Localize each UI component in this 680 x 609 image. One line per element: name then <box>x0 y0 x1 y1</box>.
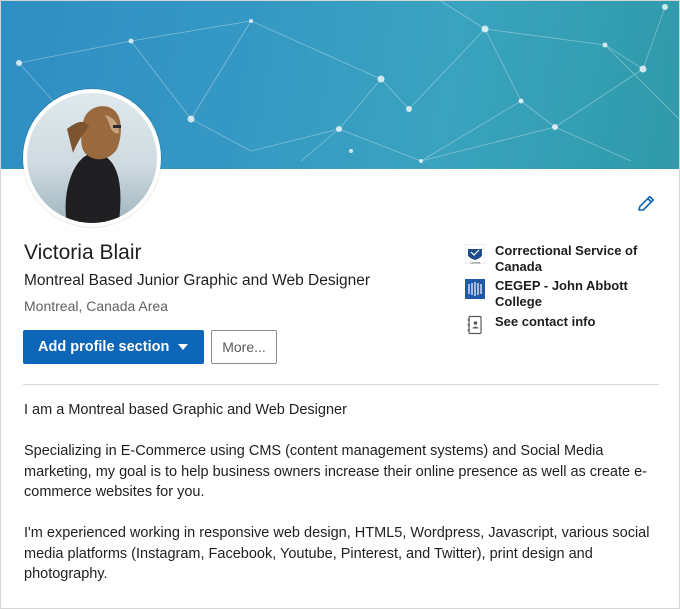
avatar-photo <box>27 93 157 223</box>
about-paragraph: I am a Montreal based Graphic and Web De… <box>24 402 347 418</box>
csc-logo-icon: Canada <box>465 244 485 264</box>
about-paragraph: I'm experienced working in responsive we… <box>24 525 650 582</box>
sidebar-item-education[interactable]: CEGEP - John Abbott College <box>465 278 665 310</box>
profile-headline: Montreal Based Junior Graphic and Web De… <box>24 272 371 289</box>
avatar[interactable] <box>23 89 161 227</box>
profile-name: Victoria Blair <box>24 241 142 264</box>
svg-text:Canada: Canada <box>470 261 481 265</box>
sidebar-item-current-company[interactable]: Canada Correctional Service of Canada <box>465 243 665 275</box>
see-contact-info-link[interactable]: See contact info <box>495 314 665 330</box>
profile-location: Montreal, Canada Area <box>24 298 168 314</box>
add-profile-section-label: Add profile section <box>38 339 170 355</box>
sidebar-item-label: CEGEP - John Abbott College <box>495 278 628 309</box>
sidebar-item-contact-info[interactable]: See contact info <box>465 314 665 335</box>
more-button[interactable]: More... <box>211 330 277 364</box>
section-divider <box>23 384 659 385</box>
profile-card: Victoria Blair Montreal Based Junior Gra… <box>0 0 680 609</box>
sidebar-item-label: Correctional Service of Canada <box>495 243 638 274</box>
college-logo-icon <box>465 279 485 299</box>
edit-pencil-icon[interactable] <box>635 193 657 215</box>
about-paragraph: Specializing in E-Commerce using CMS (co… <box>24 443 648 500</box>
more-label: More... <box>222 339 266 355</box>
contact-card-icon <box>467 315 482 335</box>
add-profile-section-button[interactable]: Add profile section <box>23 330 204 364</box>
caret-down-icon <box>178 344 188 350</box>
